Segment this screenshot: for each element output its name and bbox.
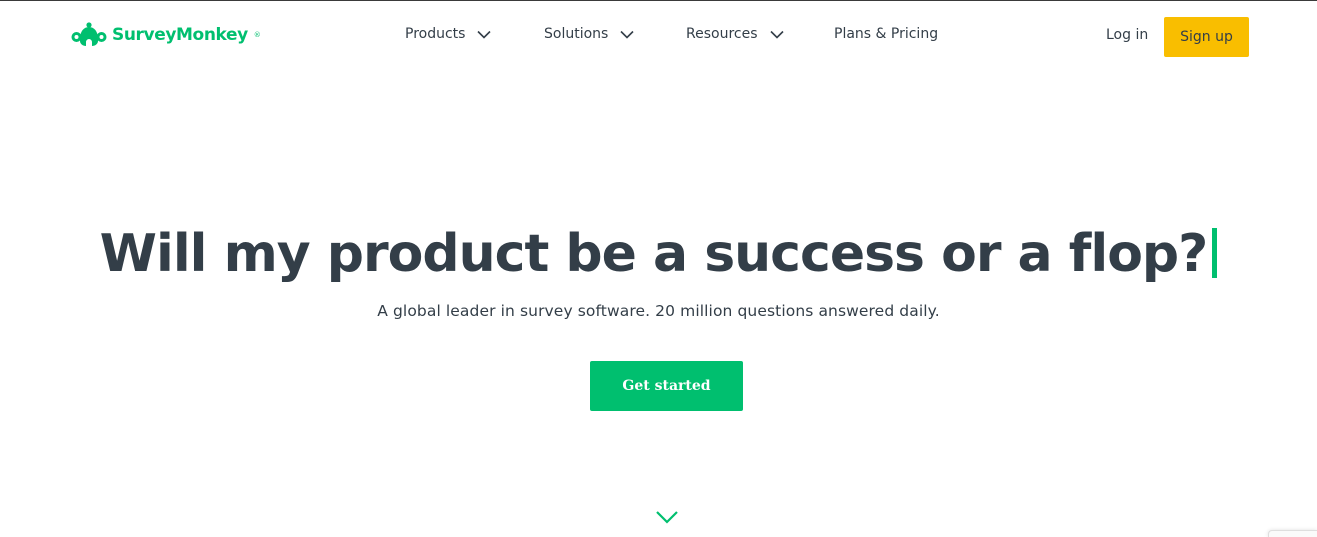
hero-title-text: Will my product be a success or a flop? xyxy=(99,224,1209,284)
login-link[interactable]: Log in xyxy=(1106,27,1148,43)
nav-plans-pricing-label: Plans & Pricing xyxy=(834,26,939,42)
nav-products-label: Products xyxy=(405,26,466,42)
site-header: SurveyMonkey ® Products Solutions Resourc… xyxy=(0,1,1317,73)
nav-resources[interactable]: Resources xyxy=(686,26,784,42)
hero-subtitle: A global leader in survey software. 20 m… xyxy=(377,302,940,320)
get-started-button[interactable]: Get started xyxy=(590,361,743,411)
corner-widget-edge xyxy=(1268,530,1317,537)
scroll-down-chevron-icon[interactable] xyxy=(655,510,679,524)
nav-solutions[interactable]: Solutions xyxy=(544,26,634,42)
signup-button[interactable]: Sign up xyxy=(1164,17,1249,57)
nav-resources-label: Resources xyxy=(686,26,758,42)
hero-title: Will my product be a success or a flop? xyxy=(0,220,1317,288)
monkey-logo-icon xyxy=(71,22,107,46)
chevron-down-icon xyxy=(769,30,784,39)
nav-products[interactable]: Products xyxy=(405,26,492,42)
typing-caret xyxy=(1212,228,1218,278)
nav-solutions-label: Solutions xyxy=(544,26,609,42)
chevron-down-icon xyxy=(477,30,492,39)
brand-logo[interactable]: SurveyMonkey ® xyxy=(71,21,261,49)
chevron-down-icon xyxy=(620,30,634,39)
brand-name: SurveyMonkey xyxy=(112,25,248,45)
nav-plans-pricing[interactable]: Plans & Pricing xyxy=(834,26,938,42)
brand-registered-mark: ® xyxy=(253,31,261,39)
